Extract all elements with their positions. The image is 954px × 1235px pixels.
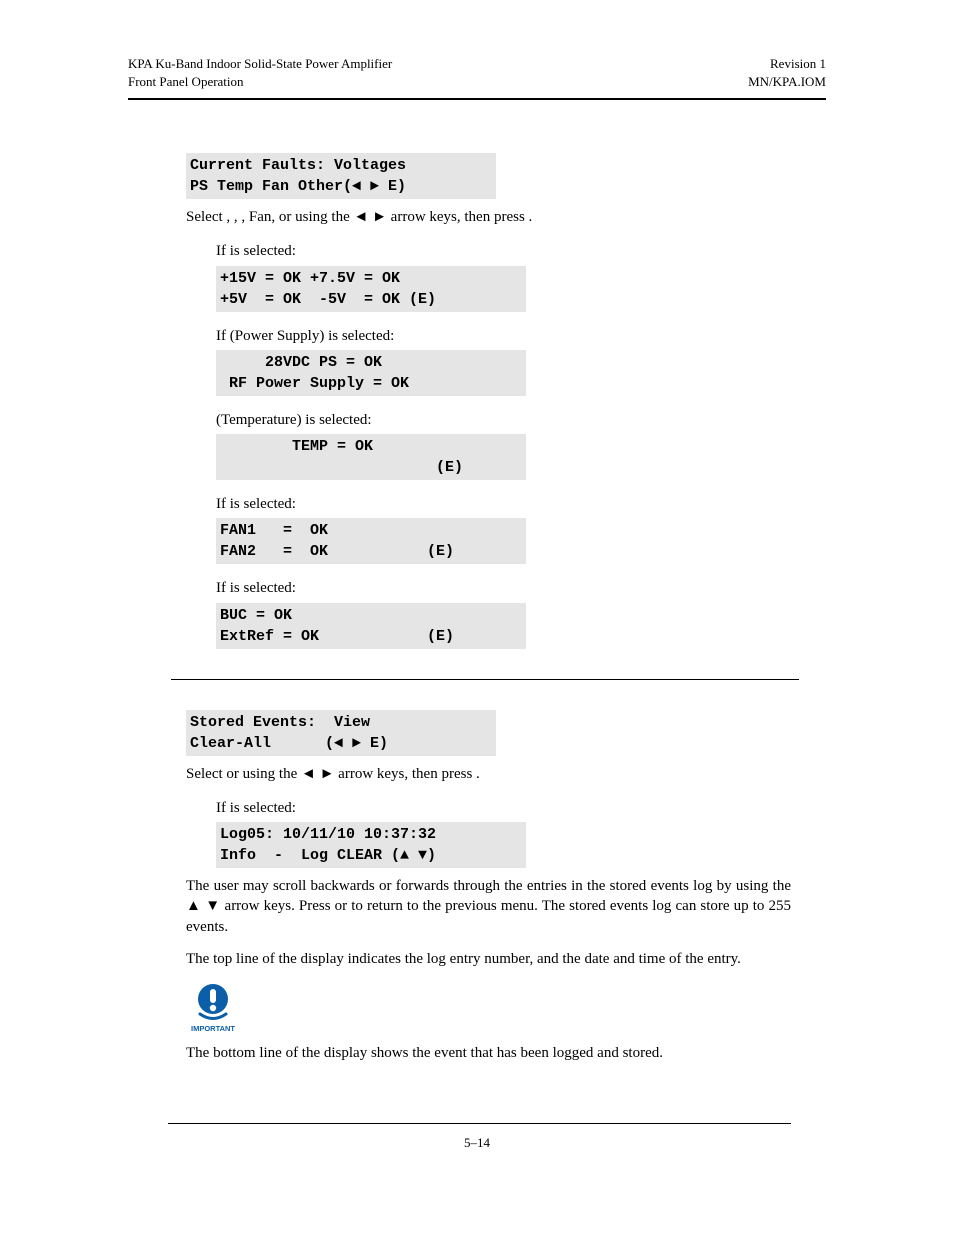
header-left: KPA Ku-Band Indoor Solid-State Power Amp…: [128, 55, 392, 90]
body-text: If (Power Supply) is selected:: [216, 326, 791, 346]
lcd-display-ps: 28VDC PS = OK RF Power Supply = OK: [216, 350, 526, 396]
lcd-display-voltages: +15V = OK +7.5V = OK +5V = OK -5V = OK (…: [216, 266, 526, 312]
body-text: The user may scroll backwards or forward…: [186, 876, 791, 937]
lcd-display-stored-events: Stored Events: View Clear-All (◄ ► E): [186, 710, 496, 756]
header-section: Front Panel Operation: [128, 73, 392, 91]
header-product: KPA Ku-Band Indoor Solid-State Power Amp…: [128, 55, 392, 73]
body-text: If is selected:: [216, 241, 791, 261]
lcd-display-current-faults: Current Faults: Voltages PS Temp Fan Oth…: [186, 153, 496, 199]
important-label: IMPORTANT: [191, 1024, 235, 1033]
important-icon: IMPORTANT: [186, 981, 791, 1033]
body-text: (Temperature) is selected:: [216, 410, 791, 430]
body-text: If is selected:: [216, 798, 791, 818]
section-divider: [171, 679, 799, 680]
body-text: Select or using the ◄ ► arrow keys, then…: [186, 764, 791, 784]
header-revision: Revision 1: [748, 55, 826, 73]
footer-rule: [168, 1123, 791, 1124]
page-content: Current Faults: Voltages PS Temp Fan Oth…: [128, 100, 826, 1063]
subsection-view: If is selected: Log05: 10/11/10 10:37:32…: [186, 798, 791, 868]
subsection-voltages: If is selected: +15V = OK +7.5V = OK +5V…: [186, 241, 791, 648]
body-text: If is selected:: [216, 578, 791, 598]
body-text: If is selected:: [216, 494, 791, 514]
lcd-display-other: BUC = OK ExtRef = OK (E): [216, 603, 526, 649]
header-docnum: MN/KPA.IOM: [748, 73, 826, 91]
page-header: KPA Ku-Band Indoor Solid-State Power Amp…: [128, 55, 826, 92]
body-text: The bottom line of the display shows the…: [186, 1043, 791, 1063]
lcd-display-temp: TEMP = OK (E): [216, 434, 526, 480]
lcd-display-log: Log05: 10/11/10 10:37:32 Info - Log CLEA…: [216, 822, 526, 868]
lcd-display-fan: FAN1 = OK FAN2 = OK (E): [216, 518, 526, 564]
page-number: 5–14: [128, 1134, 826, 1152]
body-text: The top line of the display indicates th…: [186, 949, 791, 969]
body-text: Select , , , Fan, or using the ◄ ► arrow…: [186, 207, 791, 227]
header-right: Revision 1 MN/KPA.IOM: [748, 55, 826, 90]
